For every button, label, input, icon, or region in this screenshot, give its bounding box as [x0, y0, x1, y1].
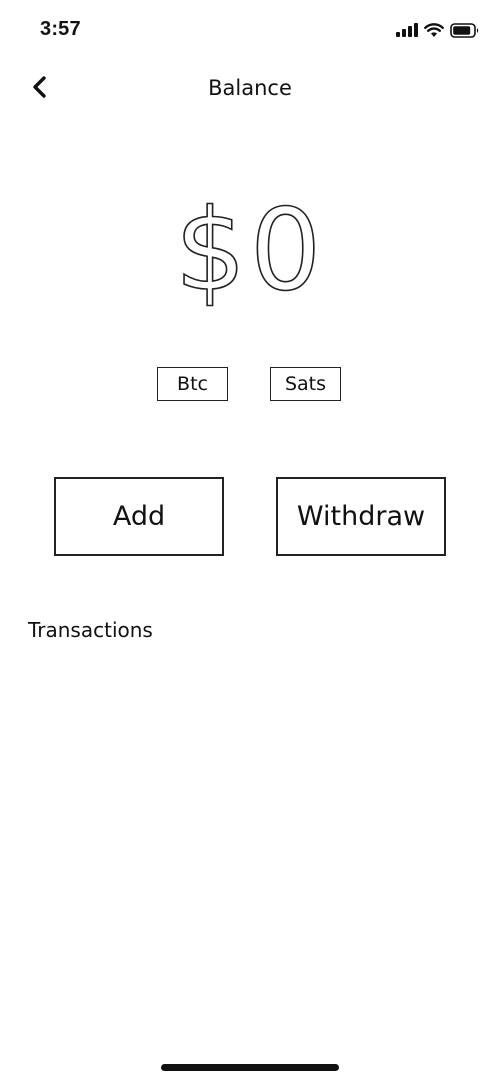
transactions-heading: Transactions	[28, 618, 153, 642]
unit-sats-button[interactable]: Sats	[270, 367, 341, 401]
home-indicator[interactable]	[161, 1064, 339, 1071]
unit-btc-button[interactable]: Btc	[157, 367, 228, 401]
battery-icon	[450, 22, 480, 38]
wifi-icon	[424, 22, 444, 38]
cellular-signal-icon	[396, 23, 418, 37]
status-icons	[396, 20, 480, 40]
status-time: 3:57	[40, 18, 81, 40]
nav-bar: Balance	[0, 60, 500, 116]
balance-amount: $0	[174, 186, 326, 316]
status-bar: 3:57	[0, 0, 500, 60]
page-title: Balance	[0, 76, 500, 100]
page-title-text: Balance	[208, 76, 292, 100]
add-button[interactable]: Add	[54, 477, 224, 556]
withdraw-button[interactable]: Withdraw	[276, 477, 446, 556]
